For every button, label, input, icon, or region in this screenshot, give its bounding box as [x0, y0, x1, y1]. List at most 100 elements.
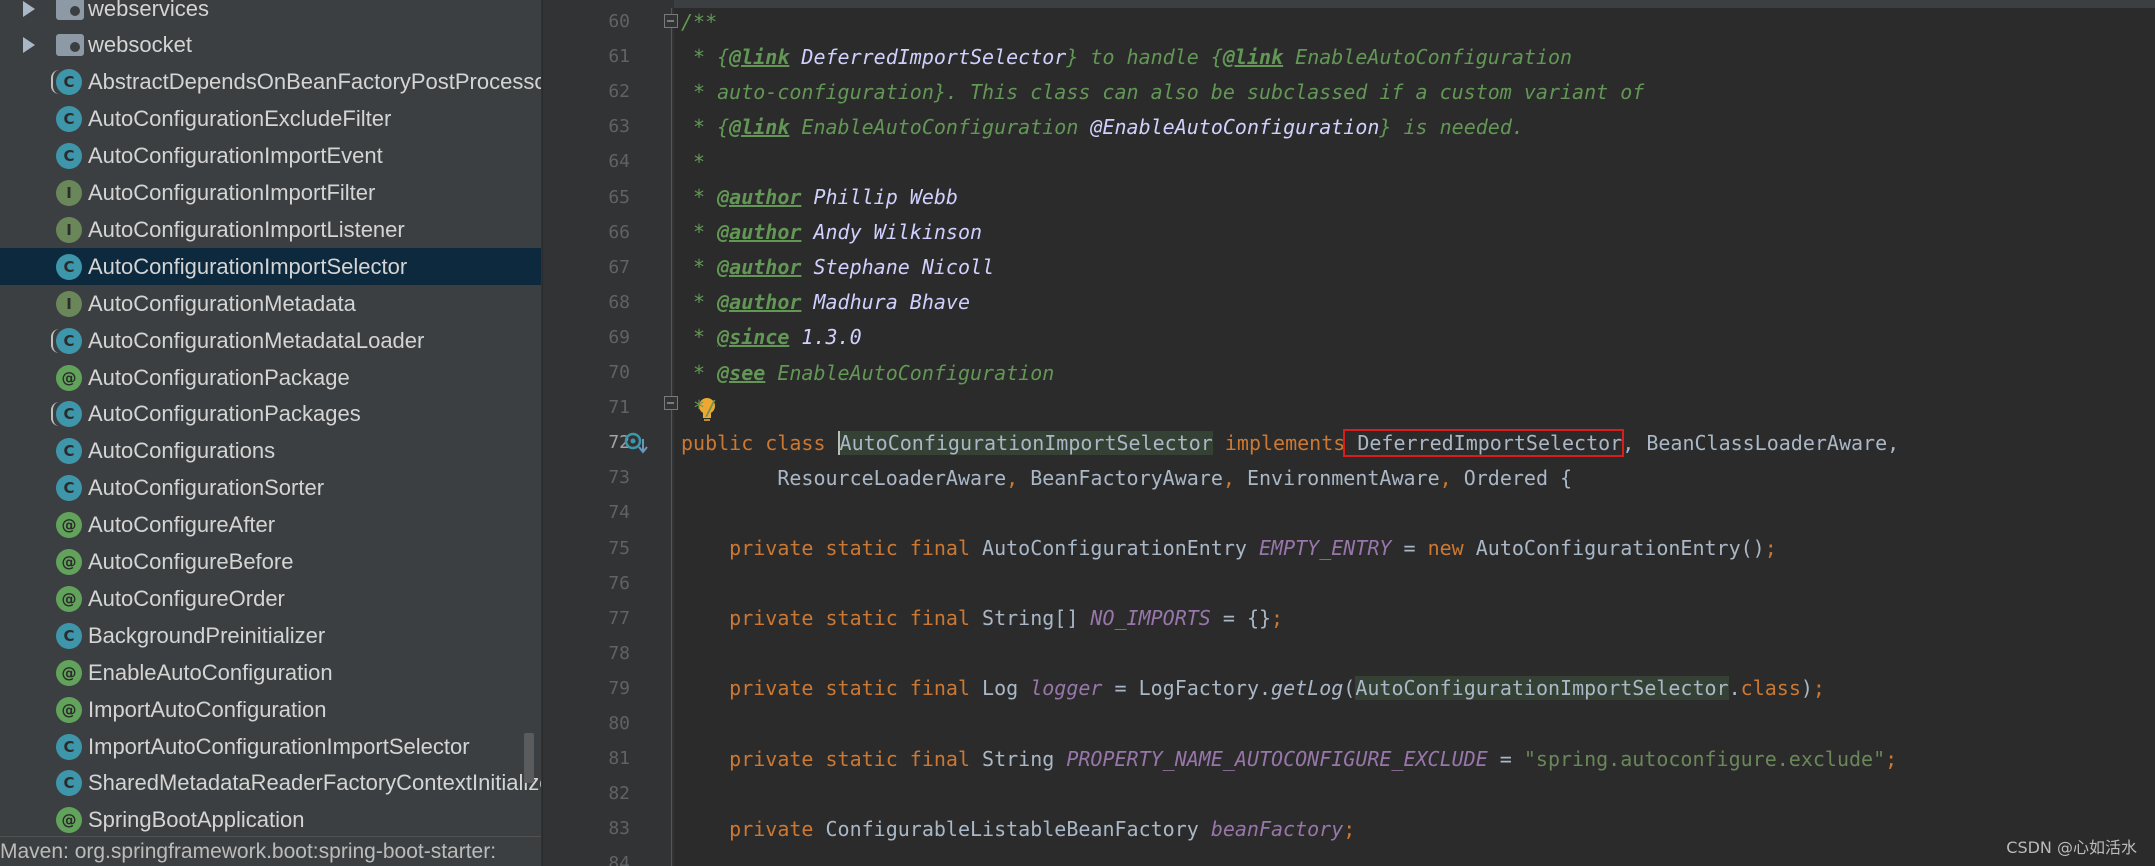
line-number: 60	[608, 11, 630, 32]
code-line[interactable]: * @since 1.3.0	[681, 320, 862, 355]
code-token: implements	[1212, 430, 1346, 455]
class-icon: C	[56, 733, 82, 760]
tree-item-label: ImportAutoConfigurationImportSelector	[88, 733, 470, 759]
tree-item[interactable]: C AutoConfigurationImportEvent	[0, 138, 541, 175]
code-line[interactable]: * {@link EnableAutoConfiguration @Enable…	[681, 109, 1524, 144]
class-icon: C	[56, 622, 82, 649]
code-line[interactable]: * @author Phillip Webb	[681, 180, 958, 215]
expand-arrow-icon[interactable]	[23, 37, 35, 54]
code-token: Madhura Bhave	[801, 290, 970, 315]
tree-item[interactable]: C AutoConfigurationSorter	[0, 470, 541, 507]
code-token: * {	[681, 114, 730, 139]
line-number: 74	[608, 502, 630, 524]
code-editor[interactable]: 60 61 62 63 64 65 66 67 68 69 70 71 72 73 74 75 76 77 78 79…	[543, 0, 2155, 866]
class-icon: C	[56, 143, 82, 170]
code-line[interactable]: private static final AutoConfigurationEn…	[681, 531, 1777, 566]
tree-item[interactable]: C AutoConfigurationPackages	[0, 396, 541, 433]
tree-item[interactable]: C AutoConfigurationExcludeFilter	[0, 101, 541, 138]
tree-item[interactable]: C AutoConfigurationMetadataLoader	[0, 322, 541, 359]
annotation-icon: @	[56, 512, 82, 539]
code-token: "spring.autoconfigure.exclude"	[1523, 746, 1886, 771]
class-icon: C	[56, 770, 82, 797]
code-token: 1.3.0	[789, 325, 862, 350]
fold-marker-icon[interactable]	[664, 14, 678, 28]
tree-item-label: AutoConfigurationPackages	[88, 401, 361, 427]
code-line[interactable]: * @author Andy Wilkinson	[681, 215, 982, 250]
code-line[interactable]: private ConfigurableListableBeanFactory …	[681, 811, 1355, 846]
code-token: private static final	[681, 606, 983, 631]
line-number: 65	[608, 186, 630, 208]
tree-item-label: AutoConfigurationImportFilter	[88, 180, 376, 205]
code-token: ;	[1271, 606, 1284, 631]
code-line[interactable]: /**	[681, 4, 717, 39]
annotation-icon: @	[56, 696, 82, 723]
code-token: @link	[1222, 44, 1284, 69]
code-line[interactable]: * @see EnableAutoConfiguration	[681, 355, 1054, 390]
interface-icon: I	[56, 290, 82, 317]
tree-item-label: AutoConfigurationImportSelector	[88, 253, 408, 279]
code-line[interactable]: * @author Stephane Nicoll	[681, 250, 994, 285]
tree-item[interactable]: @ SpringBootApplication	[0, 802, 541, 839]
tree-item[interactable]: @ AutoConfigurationPackage	[0, 359, 541, 396]
code-token: Phillip Webb	[801, 185, 958, 209]
tree-item[interactable]: I AutoConfigurationImportListener	[0, 211, 541, 248]
line-number: 81	[608, 748, 630, 770]
code-line[interactable]: * auto-configuration}. This class can al…	[681, 74, 1644, 109]
tree-item-label: AutoConfigureOrder	[88, 585, 285, 611]
tree-item[interactable]: @ EnableAutoConfiguration	[0, 654, 541, 691]
tree-item[interactable]: C AbstractDependsOnBeanFactoryPostProcess…	[0, 64, 541, 101]
line-number: 68	[608, 291, 630, 313]
code-line[interactable]: * {@link DeferredImportSelector} to hand…	[681, 39, 1572, 74]
tree-item-label: AutoConfigurationMetadata	[88, 290, 356, 316]
tree-item-label: AutoConfigureAfter	[88, 512, 276, 538]
tree-item[interactable]: I AutoConfigurationImportFilter	[0, 175, 541, 212]
code-token: *	[681, 290, 718, 315]
code-token: *	[681, 360, 718, 385]
tree-item[interactable]: C SharedMetadataReaderFactoryContextIniti…	[0, 765, 541, 802]
tree-item[interactable]: C AutoConfigurationImportSelector	[0, 248, 541, 286]
code-line[interactable]: ResourceLoaderAware, BeanFactoryAware, E…	[681, 460, 1572, 495]
code-line[interactable]: */	[681, 390, 717, 425]
fold-marker-icon[interactable]	[664, 396, 678, 410]
tree-item[interactable]: @ ImportAutoConfiguration	[0, 691, 541, 728]
code-token: ,	[1006, 465, 1019, 490]
code-line[interactable]: public class AutoConfigurationImportSele…	[681, 425, 1899, 460]
code-token: * {	[681, 44, 730, 69]
code-token: EnableAutoConfiguration	[765, 360, 1055, 385]
project-tree-panel: webservices websocket C AbstractDependsOnBe…	[0, 0, 541, 866]
code-token: /**	[681, 9, 718, 34]
code-token: Stephane Nicoll	[801, 255, 995, 280]
code-token: @EnableAutoConfiguration	[1078, 114, 1380, 139]
code-line[interactable]: private static final String[] NO_IMPORTS…	[681, 601, 1283, 636]
expand-arrow-icon[interactable]	[23, 0, 35, 17]
tree-item[interactable]: I AutoConfigurationMetadata	[0, 285, 541, 322]
class-icon: C	[56, 253, 82, 280]
line-number: 61	[608, 46, 630, 68]
tree-item[interactable]: @ AutoConfigureBefore	[0, 544, 541, 581]
line-number: 63	[608, 116, 630, 138]
tree-item-label: webservices	[88, 0, 210, 21]
code-token: ResourceLoaderAware	[681, 465, 1007, 490]
code-token: AutoConfigurationImportSelector	[1355, 676, 1729, 701]
code-line[interactable]: *	[681, 144, 705, 179]
code-line[interactable]: private static final Log logger = LogFac…	[681, 671, 1825, 706]
tree-item[interactable]: websocket	[0, 27, 541, 64]
tree-item[interactable]: @ AutoConfigureOrder	[0, 580, 541, 617]
implemented-by-icon[interactable]	[623, 431, 649, 457]
class-icon: C	[56, 438, 82, 465]
tree-item[interactable]: C AutoConfigurations	[0, 433, 541, 470]
tree-item[interactable]: @ AutoConfigureAfter	[0, 507, 541, 544]
tree-item[interactable]: webservices	[0, 0, 541, 27]
interface-icon: I	[56, 216, 82, 243]
code-line[interactable]: private static final String PROPERTY_NAM…	[681, 741, 1897, 776]
line-number-gutter[interactable]: 60 61 62 63 64 65 66 67 68 69 70 71 72 73 74 75 76 77 78 79…	[543, 0, 674, 866]
code-token: ,	[1439, 465, 1452, 490]
code-token: NO_IMPORTS	[1090, 606, 1211, 631]
code-token: private static final	[681, 676, 983, 701]
code-line[interactable]: * @author Madhura Bhave	[681, 285, 970, 320]
tree-scrollbar[interactable]	[524, 733, 534, 783]
tree-item[interactable]: C ImportAutoConfigurationImportSelector	[0, 728, 541, 765]
code-token: Ordered {	[1451, 465, 1573, 490]
tree-item[interactable]: C BackgroundPreinitializer	[0, 617, 541, 654]
code-token: PROPERTY_NAME_AUTOCONFIGURE_EXCLUDE	[1066, 746, 1488, 771]
